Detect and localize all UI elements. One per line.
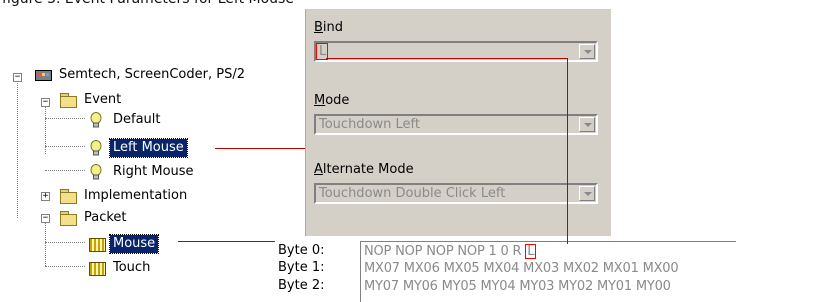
- connector-line: [567, 58, 568, 244]
- alternate-mode-label: Alternate Mode: [314, 162, 414, 177]
- connector-line: [178, 241, 275, 242]
- figure-caption: figure 3. Event Parameters for Left Mous…: [2, 0, 298, 11]
- tree-item-label: Packet: [84, 210, 127, 225]
- byte-0-row: NOP NOP NOP NOP 1 0 R L: [364, 244, 537, 259]
- byte-label: Byte 0:: [278, 243, 325, 258]
- byte-1-row: MX07 MX06 MX05 MX04 MX03 MX02 MX01 MX00: [364, 261, 679, 276]
- mode-value: Touchdown Left: [319, 117, 420, 132]
- bind-label: Bind: [314, 20, 344, 35]
- lightbulb-icon: [88, 164, 106, 180]
- folder-icon: [59, 92, 77, 108]
- collapse-event-toggle[interactable]: −: [41, 98, 50, 107]
- tree-item-event[interactable]: Event: [59, 90, 124, 110]
- tree-line: [45, 118, 85, 119]
- tree-line: [17, 78, 18, 218]
- tree-item-label: Implementation: [84, 188, 188, 203]
- event-tree[interactable]: − Semtech, ScreenCoder, PS/2 − Event Def…: [0, 62, 270, 297]
- tree-line: [45, 146, 85, 147]
- byte-label: Byte 1:: [278, 260, 325, 275]
- tree-item-implementation[interactable]: Implementation: [59, 186, 190, 206]
- tree-item-touch[interactable]: Touch: [88, 258, 153, 278]
- tree-item-packet[interactable]: Packet: [59, 208, 130, 228]
- tree-item-label: Event: [84, 92, 122, 107]
- expand-implementation-toggle[interactable]: +: [41, 192, 50, 201]
- collapse-packet-toggle[interactable]: −: [41, 214, 50, 223]
- tree-item-label: Touch: [113, 260, 151, 275]
- tree-item-left-mouse[interactable]: Left Mouse: [88, 138, 188, 158]
- byte-label: Byte 2:: [278, 278, 325, 293]
- mode-label: Mode: [314, 93, 350, 108]
- lightbulb-icon: [88, 140, 106, 156]
- folder-icon: [59, 188, 77, 204]
- byte-0-highlight: L: [525, 244, 537, 259]
- byte-definition-field[interactable]: NOP NOP NOP NOP 1 0 R L MX07 MX06 MX05 M…: [360, 241, 736, 302]
- tree-item-label: Mouse: [108, 234, 160, 254]
- tree-item-root[interactable]: Semtech, ScreenCoder, PS/2: [34, 65, 248, 85]
- dropdown-arrow-icon[interactable]: [579, 44, 595, 59]
- alternate-mode-value: Touchdown Double Click Left: [319, 186, 506, 201]
- tree-item-default[interactable]: Default: [88, 110, 164, 130]
- tree-item-label: Left Mouse: [109, 138, 188, 158]
- alternate-mode-select[interactable]: Touchdown Double Click Left: [314, 183, 598, 204]
- dropdown-arrow-icon[interactable]: [579, 117, 595, 132]
- tree-item-mouse[interactable]: Mouse: [88, 234, 160, 254]
- folder-icon: [59, 210, 77, 226]
- tree-line: [45, 266, 85, 267]
- lightbulb-icon: [88, 112, 106, 128]
- packet-bytes: Byte 0: Byte 1: Byte 2: NOP NOP NOP NOP …: [275, 236, 816, 302]
- packet-grid-icon: [88, 260, 106, 276]
- tree-line: [45, 242, 85, 243]
- connector-line: [215, 148, 305, 149]
- event-properties-panel: Bind L Mode Touchdown Left Alternate Mod…: [305, 9, 611, 236]
- device-icon: [34, 67, 52, 83]
- tree-item-right-mouse[interactable]: Right Mouse: [88, 162, 197, 182]
- tree-line: [45, 170, 85, 171]
- tree-item-label: Right Mouse: [113, 164, 194, 179]
- packet-grid-icon: [88, 236, 106, 252]
- connector-line: [326, 58, 568, 59]
- tree-item-label: Semtech, ScreenCoder, PS/2: [59, 67, 245, 82]
- tree-item-label: Default: [113, 112, 161, 127]
- byte-2-row: MY07 MY06 MY05 MY04 MY03 MY02 MY01 MY00: [364, 279, 671, 294]
- dropdown-arrow-icon[interactable]: [579, 186, 595, 201]
- collapse-root-toggle[interactable]: −: [13, 73, 22, 82]
- mode-select[interactable]: Touchdown Left: [314, 114, 598, 135]
